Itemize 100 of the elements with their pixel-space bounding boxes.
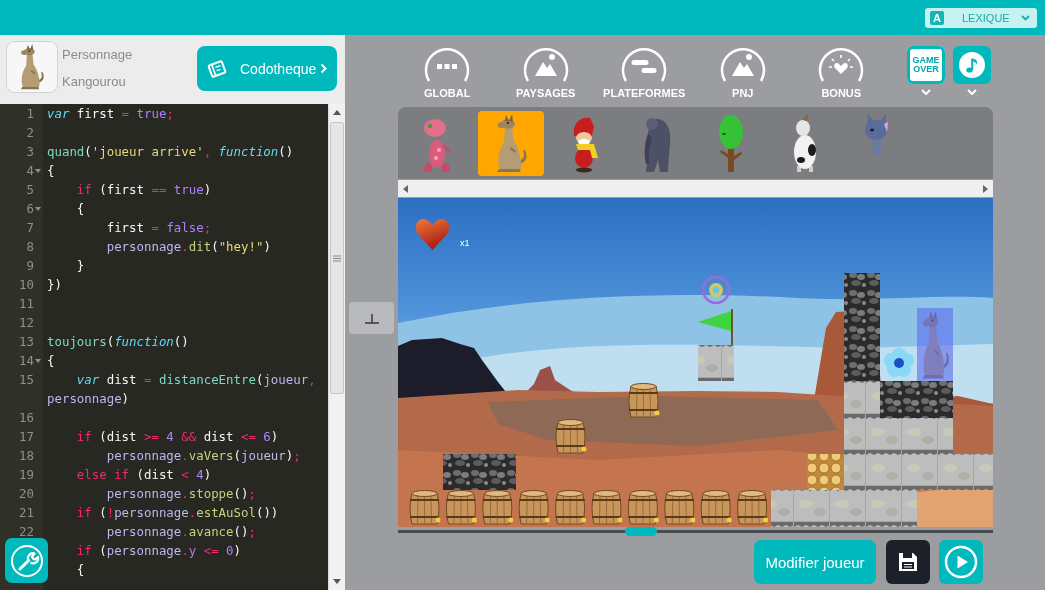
character-tile[interactable] bbox=[477, 111, 544, 176]
scroll-left-icon[interactable] bbox=[403, 184, 408, 193]
barrel bbox=[591, 490, 623, 525]
category-tab[interactable]: PAYSAGES bbox=[496, 45, 595, 100]
caret-icon[interactable] bbox=[967, 89, 977, 95]
barrel bbox=[518, 490, 550, 525]
code-line: if (first == true) bbox=[75, 181, 213, 199]
dots-icon bbox=[423, 45, 472, 83]
mountain-icon bbox=[521, 45, 570, 83]
scrollbar-thumb[interactable] bbox=[625, 527, 657, 536]
up-tack-icon bbox=[363, 312, 380, 324]
line-number: 12 bbox=[19, 314, 34, 332]
line-number: 16 bbox=[19, 409, 34, 427]
platforms-icon bbox=[620, 45, 669, 83]
barrel bbox=[628, 383, 660, 418]
line-number: 1 bbox=[26, 105, 34, 123]
play-button[interactable] bbox=[939, 540, 983, 584]
line-number: 22 bbox=[19, 523, 34, 541]
scroll-down-icon[interactable] bbox=[333, 579, 341, 584]
line-number: 11 bbox=[19, 295, 34, 313]
code-line: var dist = distanceEntre(joueur, personnage) bbox=[46, 371, 317, 408]
line-number: 18 bbox=[19, 447, 34, 465]
heart-icon bbox=[415, 219, 450, 250]
barrel bbox=[627, 490, 659, 525]
lexique-dropdown[interactable]: A LEXIQUE bbox=[925, 7, 1037, 28]
fold-caret-icon[interactable] bbox=[35, 358, 41, 363]
code-line: quand('joueur arrive', function() bbox=[46, 143, 295, 161]
code-line: } bbox=[75, 257, 86, 275]
save-icon bbox=[897, 551, 919, 573]
code-line: first = false; bbox=[105, 219, 213, 237]
panel-toggle-button[interactable] bbox=[349, 302, 394, 334]
line-number: 5 bbox=[26, 181, 34, 199]
kangaroo-icon bbox=[6, 41, 58, 93]
barrel bbox=[663, 490, 696, 525]
book-icon bbox=[207, 59, 227, 78]
scroll-right-icon[interactable] bbox=[983, 184, 988, 193]
bonus-token bbox=[701, 275, 731, 305]
fold-caret-icon[interactable] bbox=[35, 206, 41, 211]
line-number: 10 bbox=[19, 276, 34, 294]
edit-player-button[interactable]: Modifier joueur bbox=[754, 540, 876, 584]
scrollbar-thumb[interactable] bbox=[330, 122, 344, 394]
lives-count: x1 bbox=[460, 238, 470, 248]
line-number: 19 bbox=[19, 466, 34, 484]
code-line: { bbox=[75, 561, 86, 579]
code-line: { bbox=[75, 200, 86, 218]
code-line: var first = true; bbox=[46, 105, 175, 123]
code-line: }) bbox=[46, 276, 63, 294]
flower bbox=[883, 347, 915, 377]
line-number: 14 bbox=[19, 352, 34, 370]
line-number: 6 bbox=[26, 200, 34, 218]
line-number: 20 bbox=[19, 485, 34, 503]
category-tab[interactable]: PNJ bbox=[693, 45, 792, 100]
chevron-down-icon bbox=[1021, 14, 1030, 21]
category-tab[interactable]: GLOBAL bbox=[398, 45, 497, 100]
heart-icon bbox=[817, 45, 866, 83]
code-line: { bbox=[46, 162, 56, 180]
line-number: 15 bbox=[19, 371, 34, 389]
code-line: personnage.vaVers(joueur); bbox=[105, 447, 302, 465]
category-tab[interactable]: BONUS bbox=[792, 45, 891, 100]
music-note-icon bbox=[958, 51, 986, 79]
code-line: { bbox=[46, 352, 56, 370]
barrel bbox=[481, 490, 514, 525]
barrel bbox=[445, 490, 477, 525]
code-line: if (dist >= 4 && dist <= 6) bbox=[75, 428, 280, 446]
category-tab[interactable]: PLATEFORMES bbox=[595, 45, 694, 100]
caret-icon[interactable] bbox=[921, 89, 931, 95]
game-over-button[interactable]: GAME OVER bbox=[907, 46, 945, 84]
code-line: personnage.dit("hey!") bbox=[105, 238, 272, 256]
save-button[interactable] bbox=[886, 540, 930, 584]
line-number: 9 bbox=[26, 257, 34, 275]
line-number: 21 bbox=[19, 504, 34, 522]
tools-button[interactable] bbox=[5, 538, 48, 583]
code-scrollbar[interactable] bbox=[328, 104, 345, 590]
play-icon bbox=[944, 545, 978, 579]
letter-badge: A bbox=[930, 10, 944, 25]
mountain-icon bbox=[718, 45, 767, 83]
music-button[interactable] bbox=[953, 46, 991, 84]
barrel bbox=[555, 419, 587, 454]
grip-icon bbox=[333, 254, 341, 262]
line-number: 17 bbox=[19, 428, 34, 446]
code-line: if (!personnage.estAuSol()) bbox=[75, 504, 280, 522]
barrel bbox=[409, 490, 441, 525]
fold-caret-icon[interactable] bbox=[35, 168, 41, 173]
code-line: if (personnage.y <= 0) bbox=[75, 542, 242, 560]
character-name: Kangourou bbox=[62, 73, 127, 91]
line-number: 7 bbox=[26, 219, 34, 237]
line-number: 13 bbox=[19, 333, 34, 351]
chevron-right-icon bbox=[320, 63, 327, 74]
code-line: personnage.stoppe(); bbox=[105, 485, 257, 503]
log-block bbox=[807, 454, 844, 490]
barrel bbox=[736, 490, 769, 525]
code-line: personnage.avance(); bbox=[105, 523, 257, 541]
code-line: else if (dist < 4) bbox=[75, 466, 213, 484]
line-number: 8 bbox=[26, 238, 34, 256]
line-number: 4 bbox=[26, 162, 34, 180]
line-number: 3 bbox=[26, 143, 34, 161]
scroll-up-icon[interactable] bbox=[333, 110, 341, 115]
barrel bbox=[554, 490, 587, 525]
codotheque-button[interactable]: Codotheque bbox=[197, 46, 337, 91]
strip-scrollbar[interactable] bbox=[398, 180, 993, 197]
